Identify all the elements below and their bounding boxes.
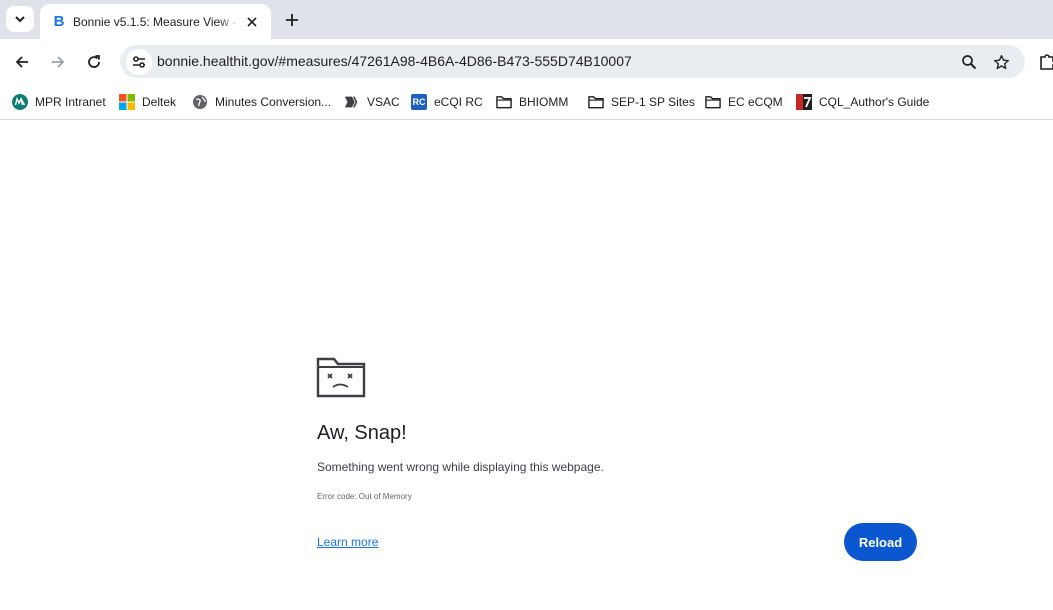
new-tab-button[interactable] bbox=[280, 8, 304, 32]
tab-close-button[interactable] bbox=[243, 13, 261, 31]
chevron-down-icon bbox=[15, 16, 25, 23]
site-info-button[interactable] bbox=[126, 49, 152, 75]
folder-icon bbox=[496, 94, 512, 110]
bookmark-ecqi-rc[interactable]: RC eCQI RC bbox=[411, 90, 483, 114]
mpr-logo-icon bbox=[12, 94, 28, 110]
bookmark-deltek[interactable]: Deltek bbox=[119, 90, 176, 114]
refresh-icon bbox=[88, 55, 100, 68]
folder-icon bbox=[705, 94, 721, 110]
tab-search-button[interactable] bbox=[6, 6, 34, 32]
tab-strip: B Bonnie v5.1.5: Measure View - CQL bbox=[0, 0, 1053, 39]
arrow-left-icon bbox=[15, 56, 28, 68]
bookmark-bhiomm[interactable]: BHIOMM bbox=[496, 90, 568, 114]
arrow-right-icon bbox=[52, 56, 65, 68]
tune-icon bbox=[133, 56, 145, 68]
star-icon bbox=[993, 54, 1009, 69]
bookmark-cql-authors-guide[interactable]: CQL_Author's Guide bbox=[796, 90, 929, 114]
bookmark-label: CQL_Author's Guide bbox=[819, 95, 930, 109]
bookmark-sep1-sp-sites[interactable]: SEP-1 SP Sites bbox=[588, 90, 695, 114]
url-text[interactable]: bonnie.healthit.gov/#measures/47261A98-4… bbox=[157, 53, 632, 69]
reload-page-button[interactable] bbox=[81, 49, 107, 75]
bookmark-label: MPR Intranet bbox=[35, 95, 106, 109]
bookmark-minutes-conversion[interactable]: Minutes Conversion... bbox=[192, 90, 331, 114]
zoom-icon bbox=[962, 55, 977, 70]
reload-button[interactable]: Reload bbox=[844, 523, 917, 561]
bookmark-vsac[interactable]: VSAC bbox=[344, 90, 400, 114]
bonnie-favicon-icon: B bbox=[53, 13, 65, 30]
globe-icon bbox=[192, 94, 208, 110]
puzzle-icon[interactable] bbox=[1037, 51, 1053, 71]
folder-icon bbox=[588, 94, 604, 110]
bookmarks-bar: MPR Intranet Deltek Minutes Conversion..… bbox=[0, 84, 1053, 120]
error-code: Error code: Out of Memory bbox=[317, 492, 412, 501]
active-tab[interactable]: B Bonnie v5.1.5: Measure View - CQL bbox=[40, 4, 271, 39]
bookmark-label: SEP-1 SP Sites bbox=[611, 95, 695, 109]
plus-icon bbox=[286, 14, 298, 26]
browser-toolbar: bonnie.healthit.gov/#measures/47261A98-4… bbox=[0, 39, 1053, 84]
cql-icon bbox=[796, 94, 812, 110]
bookmark-label: VSAC bbox=[367, 95, 400, 109]
bookmark-label: BHIOMM bbox=[519, 95, 569, 109]
bookmark-star-button[interactable] bbox=[990, 51, 1012, 73]
error-message: Something went wrong while displaying th… bbox=[317, 460, 604, 474]
deltek-grid-icon bbox=[119, 94, 135, 110]
bookmark-mpr-intranet[interactable]: MPR Intranet bbox=[12, 90, 106, 114]
forward-button[interactable] bbox=[45, 49, 71, 75]
vsac-icon bbox=[344, 94, 360, 110]
bookmark-label: eCQI RC bbox=[434, 95, 483, 109]
rc-icon: RC bbox=[411, 94, 427, 110]
sad-folder-icon bbox=[316, 357, 366, 398]
error-title: Aw, Snap! bbox=[317, 422, 407, 444]
address-bar[interactable]: bonnie.healthit.gov/#measures/47261A98-4… bbox=[120, 45, 1025, 78]
learn-more-link[interactable]: Learn more bbox=[317, 535, 378, 549]
bookmark-label: Deltek bbox=[142, 95, 177, 109]
back-button[interactable] bbox=[9, 49, 35, 75]
bookmark-label: EC eCQM bbox=[728, 95, 783, 109]
close-icon bbox=[247, 16, 257, 27]
tab-title: Bonnie v5.1.5: Measure View - CQL bbox=[73, 14, 239, 29]
zoom-button[interactable] bbox=[958, 51, 980, 73]
bookmark-label: Minutes Conversion... bbox=[215, 95, 332, 109]
bookmark-ec-ecqm[interactable]: EC eCQM bbox=[705, 90, 783, 114]
